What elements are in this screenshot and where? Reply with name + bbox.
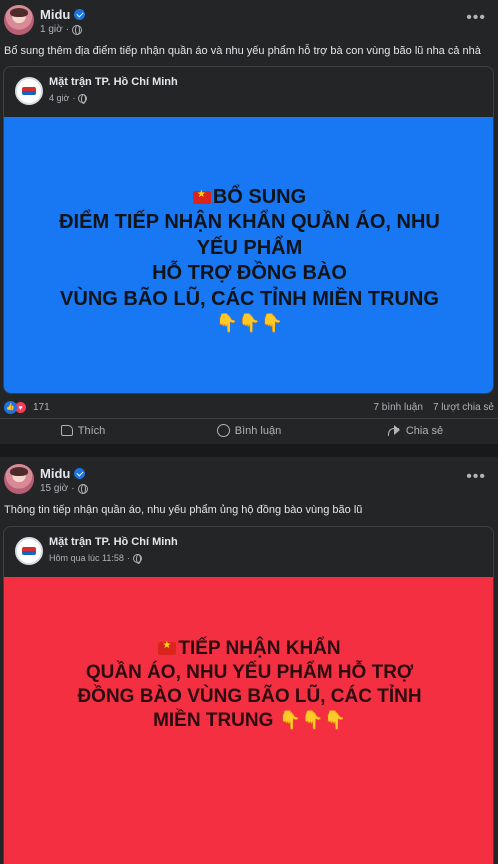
- banner-line: VÙNG BÃO LŨ, CÁC TỈNH MIỀN TRUNG: [60, 287, 439, 310]
- post-caption: Bổ sung thêm địa điểm tiếp nhận quần áo …: [4, 45, 481, 57]
- comment-icon: [216, 424, 230, 437]
- pointing-down-icon: 👇👇👇: [215, 313, 284, 334]
- share-button[interactable]: Chia sẻ: [332, 419, 498, 442]
- shared-post[interactable]: Mặt trận TP. Hồ Chí Minh 4 giờ · BỔ SUNG…: [3, 66, 494, 394]
- shared-timestamp[interactable]: Hôm qua lúc 11:58: [49, 553, 124, 563]
- reaction-count[interactable]: 171: [33, 402, 50, 413]
- banner-line: YẾU PHẨM: [196, 236, 303, 259]
- globe-icon: [72, 24, 83, 35]
- post-2: Midu 15 giờ · ••• Thông tin tiếp nhận qu…: [0, 457, 498, 864]
- post-timestamp[interactable]: 15 giờ: [40, 483, 68, 494]
- globe-icon: [77, 483, 88, 494]
- announcement-banner[interactable]: BỔ SUNG ĐIỂM TIẾP NHẬN KHẨN QUẦN ÁO, NHU…: [4, 117, 493, 393]
- globe-icon: [132, 553, 142, 564]
- comment-button[interactable]: Bình luận: [166, 419, 332, 442]
- post-header: Midu 15 giờ · •••: [4, 464, 494, 498]
- page-logo[interactable]: [15, 77, 43, 105]
- banner-line: QUẦN ÁO, NHU YẾU PHẨM HỖ TRỢ: [85, 662, 414, 684]
- share-icon: [387, 424, 401, 437]
- banner-line: ĐIỂM TIẾP NHẬN KHẨN QUẦN ÁO, NHU: [59, 211, 440, 234]
- page-name[interactable]: Mặt trận TP. Hồ Chí Minh: [49, 536, 178, 548]
- like-button[interactable]: Thích: [0, 419, 166, 442]
- more-options-icon[interactable]: •••: [466, 469, 486, 485]
- shared-timestamp[interactable]: 4 giờ: [49, 93, 69, 103]
- like-reaction-icon: 👍: [4, 401, 17, 414]
- banner-line: TIẾP NHẬN KHẨN: [178, 638, 341, 659]
- author-avatar[interactable]: [4, 5, 34, 35]
- thumbs-up-icon: [60, 425, 73, 436]
- share-count[interactable]: 7 lượt chia sẻ: [433, 402, 494, 413]
- banner-line: BỔ SUNG: [212, 186, 307, 209]
- post-actions: Thích Bình luận Chia sẻ: [0, 418, 498, 442]
- verified-badge-icon: [74, 9, 86, 20]
- author-name[interactable]: Midu: [40, 466, 70, 481]
- vietnam-flag-icon: [192, 189, 211, 205]
- post-header: Midu 1 giờ · •••: [4, 5, 494, 39]
- more-options-icon[interactable]: •••: [466, 10, 486, 26]
- announcement-banner[interactable]: TIẾP NHẬN KHẨN QUẦN ÁO, NHU YẾU PHẨM HỖ …: [4, 577, 493, 864]
- post-1: Midu 1 giờ · ••• Bổ sung thêm địa điểm t…: [0, 0, 498, 444]
- author-avatar[interactable]: [4, 464, 34, 494]
- pointing-down-icon: 👇👇👇: [278, 710, 346, 731]
- comment-count[interactable]: 7 bình luận: [373, 402, 423, 413]
- verified-badge-icon: [74, 468, 86, 479]
- page-name[interactable]: Mặt trận TP. Hồ Chí Minh: [49, 76, 178, 88]
- vietnam-flag-icon: [158, 640, 177, 655]
- shared-post-header: Mặt trận TP. Hồ Chí Minh 4 giờ ·: [4, 67, 493, 117]
- globe-icon: [78, 93, 88, 104]
- banner-line: ĐỒNG BÀO VÙNG BÃO LŨ, CÁC TỈNH: [77, 686, 422, 708]
- banner-line: HỖ TRỢ ĐỒNG BÀO: [152, 262, 347, 285]
- reactions[interactable]: 👍 ♥ 171: [4, 401, 50, 414]
- shared-post-header: Mặt trận TP. Hồ Chí Minh Hôm qua lúc 11:…: [4, 527, 493, 577]
- post-caption: Thông tin tiếp nhận quần áo, nhu yếu phẩ…: [4, 504, 363, 516]
- shared-post[interactable]: Mặt trận TP. Hồ Chí Minh Hôm qua lúc 11:…: [3, 526, 494, 864]
- post-timestamp[interactable]: 1 giờ: [40, 24, 63, 35]
- banner-line: MIỀN TRUNG: [153, 710, 274, 732]
- author-name[interactable]: Midu: [40, 7, 70, 22]
- post-stats: 👍 ♥ 171 7 bình luận 7 lượt chia sẻ: [4, 399, 494, 417]
- page-logo[interactable]: [15, 537, 43, 565]
